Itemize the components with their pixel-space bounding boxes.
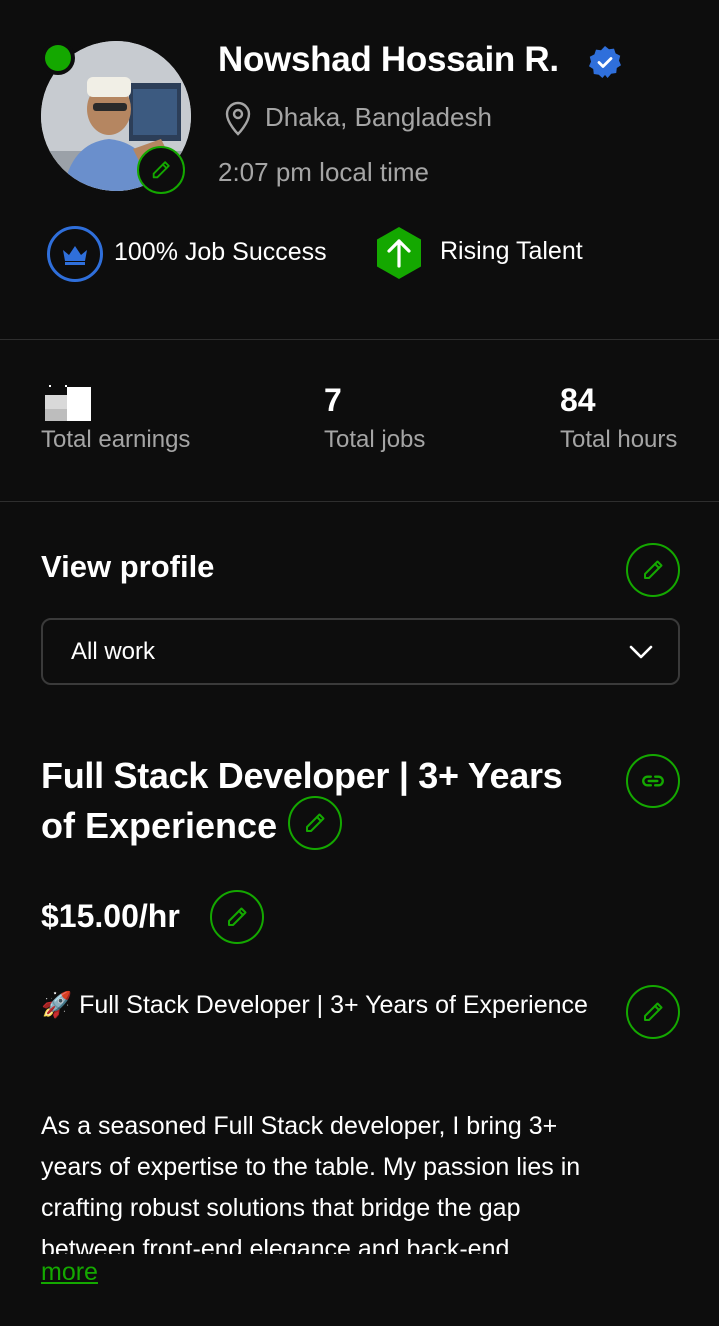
job-success-label: 100% Job Success bbox=[114, 238, 327, 266]
view-profile-title: View profile bbox=[41, 549, 215, 584]
profile-headline: Full Stack Developer | 3+ Years bbox=[41, 755, 563, 796]
total-earnings-label: Total earnings bbox=[41, 426, 191, 453]
location-pin-icon bbox=[225, 101, 251, 136]
local-time: 2:07 pm local time bbox=[218, 157, 429, 187]
pencil-icon bbox=[644, 1002, 663, 1021]
profile-headline-cont: of Experience bbox=[41, 805, 278, 846]
total-hours-value: 84 bbox=[560, 382, 596, 418]
edit-profile-button[interactable] bbox=[626, 543, 680, 597]
total-jobs-label: Total jobs bbox=[324, 426, 426, 453]
edit-avatar-button[interactable] bbox=[137, 146, 185, 194]
pencil-icon bbox=[228, 907, 247, 926]
pencil-icon bbox=[152, 161, 170, 179]
chevron-down-icon bbox=[629, 645, 653, 658]
verified-badge-icon bbox=[589, 46, 621, 78]
rising-talent-icon bbox=[377, 227, 421, 279]
total-jobs-value: 7 bbox=[324, 382, 342, 418]
divider bbox=[0, 339, 719, 340]
edit-rate-button[interactable] bbox=[210, 890, 264, 944]
edit-headline-button[interactable] bbox=[288, 796, 342, 850]
pencil-icon bbox=[306, 813, 325, 832]
work-filter-select[interactable]: All work bbox=[41, 618, 680, 685]
total-hours-label: Total hours bbox=[560, 426, 678, 453]
more-link[interactable]: more bbox=[41, 1258, 98, 1287]
online-status-dot bbox=[45, 45, 71, 71]
location-text: Dhaka, Bangladesh bbox=[265, 102, 492, 132]
pencil-icon bbox=[644, 560, 663, 579]
overview-title: 🚀 Full Stack Developer | 3+ Years of Exp… bbox=[41, 991, 588, 1019]
divider bbox=[0, 501, 719, 502]
job-success-badge bbox=[47, 226, 103, 282]
earnings-hidden-icon bbox=[45, 385, 91, 421]
work-filter-value: All work bbox=[71, 637, 156, 665]
overview-text: As a seasoned Full Stack developer, I br… bbox=[41, 1112, 581, 1254]
edit-overview-button[interactable] bbox=[626, 985, 680, 1039]
link-icon bbox=[642, 775, 664, 787]
rising-talent-label: Rising Talent bbox=[440, 237, 583, 265]
hourly-rate: $15.00/hr bbox=[41, 898, 180, 934]
freelancer-name: Nowshad Hossain R. bbox=[218, 40, 559, 79]
copy-link-button[interactable] bbox=[626, 754, 680, 808]
crown-icon bbox=[63, 246, 87, 265]
